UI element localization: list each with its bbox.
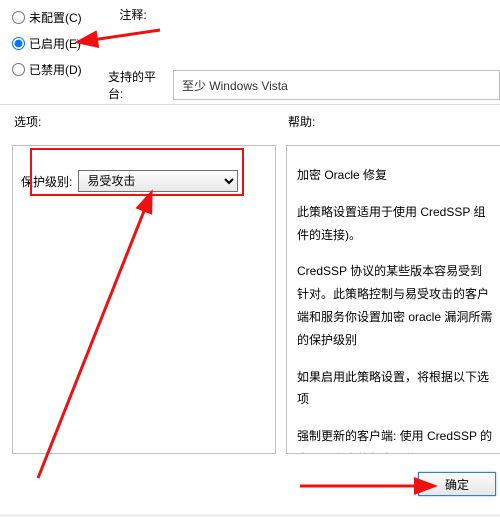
supported-value: 至少 Windows Vista (173, 70, 500, 100)
section-headers: 选项: 帮助: (0, 105, 500, 135)
radio-enabled[interactable]: 已启用(E) (6, 30, 116, 56)
protection-level-label: 保护级别: (21, 173, 72, 190)
help-p2: 此策略设置适用于使用 CredSSP 组件的连接)。 (297, 201, 494, 247)
help-p5: 强制更新的客户端: 使用 CredSSP 的客到不安全的版本，使用 CredSS… (297, 425, 494, 454)
radio-enabled-input[interactable] (12, 37, 25, 50)
help-header: 帮助: (288, 113, 315, 135)
radio-enabled-label: 已启用(E) (29, 35, 81, 52)
radio-disabled-input[interactable] (12, 63, 25, 76)
policy-dialog: 未配置(C) 已启用(E) 已禁用(D) 注释: 支持的平台: 至少 Windo… (0, 0, 500, 514)
radio-not-configured[interactable]: 未配置(C) (6, 4, 116, 30)
help-panel: 加密 Oracle 修复 此策略设置适用于使用 CredSSP 组件的连接)。 … (286, 145, 500, 454)
radio-disabled[interactable]: 已禁用(D) (6, 56, 116, 82)
protection-level-select[interactable]: 易受攻击 (78, 170, 238, 192)
options-panel: 保护级别: 易受攻击 (12, 145, 276, 454)
state-section: 未配置(C) 已启用(E) 已禁用(D) 注释: 支持的平台: 至少 Windo… (0, 0, 500, 105)
options-header: 选项: (14, 113, 288, 135)
supported-label: 支持的平台: (108, 68, 167, 102)
help-p3: CredSSP 协议的某些版本容易受到针对。此策略控制与易受攻击的客户端和服务你… (297, 260, 494, 351)
radio-not-configured-input[interactable] (12, 11, 25, 24)
ok-button[interactable]: 确定 (418, 472, 496, 496)
radio-disabled-label: 已禁用(D) (29, 61, 82, 78)
notes-label: 注释: (119, 8, 146, 22)
help-p1: 加密 Oracle 修复 (297, 164, 494, 187)
radio-not-configured-label: 未配置(C) (29, 9, 82, 26)
panels: 保护级别: 易受攻击 加密 Oracle 修复 此策略设置适用于使用 CredS… (12, 145, 500, 454)
help-p4: 如果启用此策略设置，将根据以下选项 (297, 366, 494, 412)
dialog-footer: 确定 (0, 464, 500, 504)
